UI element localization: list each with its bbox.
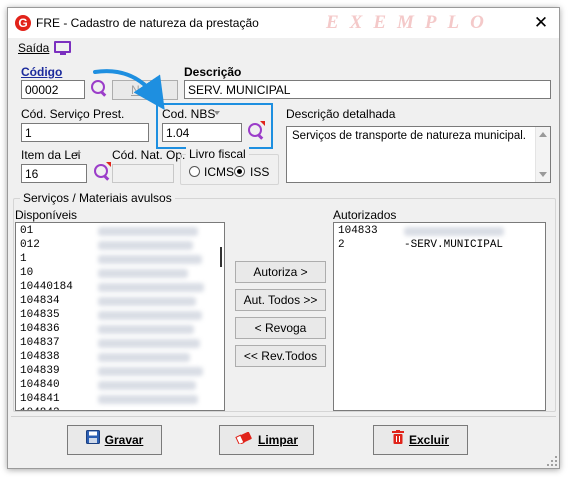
cod-nbs-label: Cod. NBS	[162, 107, 216, 121]
list-item[interactable]: 104840	[20, 378, 60, 392]
cod-nat-op-input	[112, 164, 174, 183]
scroll-down-icon[interactable]	[539, 172, 547, 177]
codigo-search-icon[interactable]	[89, 79, 109, 99]
cod-servico-prest-label: Cód. Serviço Prest.	[21, 107, 125, 121]
redacted-text	[98, 227, 198, 236]
item-lei-label: Item da Lei	[21, 148, 81, 162]
list-item[interactable]: 104838	[20, 350, 60, 364]
redacted-text	[98, 395, 198, 404]
disponiveis-list[interactable]: 01 012 1 10 10440184 104834 104835 10483…	[15, 222, 225, 411]
gravar-label: Gravar	[104, 433, 144, 447]
close-button[interactable]: ✕	[530, 13, 552, 33]
required-marker-icon	[260, 121, 265, 126]
resize-grip-icon[interactable]	[547, 456, 557, 466]
revoga-button[interactable]: < Revoga	[235, 317, 326, 339]
novo-button: Novo	[112, 80, 178, 100]
cod-nat-op-label: Cód. Nat. Op.	[112, 148, 186, 162]
list-item[interactable]: 104842	[20, 406, 60, 410]
list-item-desc: -SERV.MUNICIPAL	[404, 239, 504, 251]
redacted-text	[98, 381, 196, 390]
list-item[interactable]: 2	[338, 238, 345, 252]
list-item[interactable]: 104841	[20, 392, 60, 406]
excluir-button[interactable]: Excluir	[373, 425, 468, 455]
monitor-icon[interactable]	[54, 41, 71, 55]
list-item[interactable]: 012	[20, 238, 40, 252]
codigo-label: Código	[21, 65, 63, 79]
descricao-detalhada-text: Serviços de transporte de natureza munic…	[292, 130, 526, 142]
rev-todos-button[interactable]: << Rev.Todos	[235, 345, 326, 367]
descricao-detalhada-label: Descrição detalhada	[286, 107, 396, 121]
limpar-label: Limpar	[257, 433, 298, 447]
list-item[interactable]: 104834	[20, 294, 60, 308]
list-item[interactable]: 104835	[20, 308, 60, 322]
footer-separator	[11, 416, 556, 417]
list-scrollbar-thumb[interactable]	[220, 247, 222, 267]
radio-icms-label: ICMS	[204, 165, 234, 179]
descricao-label: Descrição	[184, 65, 242, 79]
redacted-text	[98, 269, 188, 278]
redacted-text	[98, 367, 203, 376]
list-item-code: 104833	[338, 225, 378, 237]
limpar-button[interactable]: Limpar	[219, 425, 314, 455]
list-item[interactable]: 104833	[338, 224, 378, 238]
servicos-group-label: Serviços / Materiais avulsos	[20, 191, 175, 205]
redacted-text	[98, 241, 193, 250]
codigo-input[interactable]: 00002	[21, 80, 85, 99]
watermark-text: EXEMPLO	[326, 12, 495, 33]
sort-down-icon	[75, 152, 81, 156]
list-item[interactable]: 1	[20, 252, 27, 266]
list-item[interactable]: 104837	[20, 336, 60, 350]
list-item[interactable]: 104836	[20, 322, 60, 336]
gravar-button[interactable]: Gravar	[67, 425, 162, 455]
app-logo-icon: G	[15, 15, 31, 31]
scroll-up-icon[interactable]	[539, 132, 547, 137]
eraser-icon	[235, 426, 253, 454]
livro-fiscal-label: Livro fiscal	[186, 147, 249, 161]
list-item[interactable]: 01	[20, 224, 33, 238]
redacted-text	[98, 255, 202, 264]
descricao-detalhada-textarea[interactable]: Serviços de transporte de natureza munic…	[286, 126, 551, 183]
menu-item-saida[interactable]: Saída	[18, 41, 49, 55]
textarea-scrollbar[interactable]	[535, 127, 550, 182]
list-item[interactable]: 10440184	[20, 280, 73, 294]
redacted-text	[98, 339, 200, 348]
list-item-code: 2	[338, 239, 345, 251]
redacted-text	[98, 353, 190, 362]
descricao-input[interactable]: SERV. MUNICIPAL	[184, 80, 551, 99]
redacted-text	[404, 227, 504, 236]
list-item[interactable]: 10	[20, 266, 33, 280]
menu-bar: Saída	[8, 38, 559, 58]
required-marker-icon	[106, 162, 111, 167]
redacted-text	[98, 325, 194, 334]
list-item[interactable]: 104839	[20, 364, 60, 378]
radio-iss[interactable]	[234, 166, 245, 177]
radio-icms[interactable]	[189, 166, 200, 177]
radio-iss-label: ISS	[250, 165, 270, 179]
autorizados-label: Autorizados	[333, 208, 397, 222]
autoriza-button[interactable]: Autoriza >	[235, 261, 326, 283]
sort-down-icon	[214, 111, 220, 115]
window-title: FRE - Cadastro de natureza da prestação	[36, 16, 259, 30]
title-bar: G FRE - Cadastro de natureza da prestaçã…	[8, 8, 559, 38]
aut-todos-button[interactable]: Aut. Todos >>	[235, 289, 326, 311]
item-lei-input[interactable]: 16	[21, 164, 87, 183]
trash-icon	[391, 426, 404, 454]
cod-servico-prest-input[interactable]: 1	[21, 123, 149, 142]
novo-button-label: Novo	[130, 83, 159, 97]
disponiveis-label: Disponíveis	[15, 208, 78, 222]
save-icon	[85, 426, 100, 454]
redacted-text	[98, 297, 196, 306]
redacted-text	[98, 283, 204, 292]
autorizados-list[interactable]: 104833 2 -SERV.MUNICIPAL	[333, 222, 546, 411]
dialog-window: G FRE - Cadastro de natureza da prestaçã…	[7, 7, 560, 469]
redacted-text	[98, 311, 202, 320]
excluir-label: Excluir	[408, 433, 450, 447]
cod-nbs-input[interactable]: 1.04	[162, 123, 242, 142]
